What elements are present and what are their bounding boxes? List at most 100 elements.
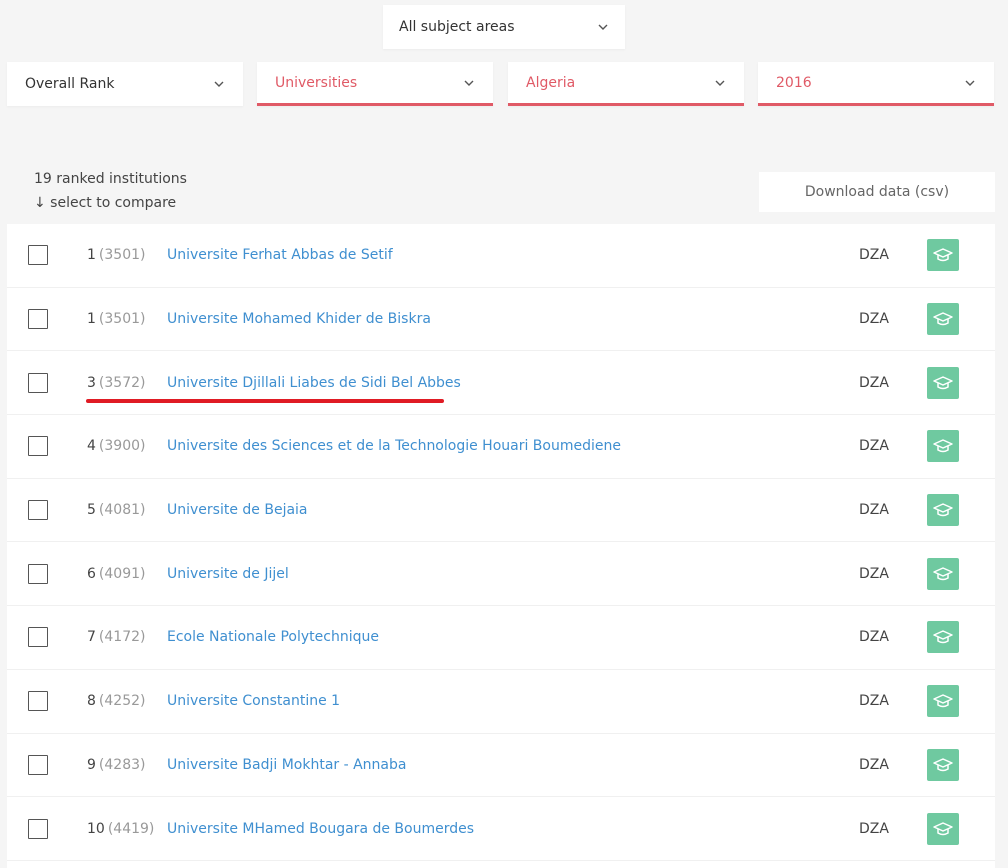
- table-row: 6 (4091) Universite de Jijel DZA: [7, 542, 995, 607]
- chevron-down-icon: [213, 78, 225, 90]
- institution-link[interactable]: Universite Ferhat Abbas de Setif: [167, 247, 393, 263]
- rank-number: 9: [87, 756, 96, 773]
- rank-score: (3501): [98, 247, 146, 264]
- rank-number: 8: [87, 693, 96, 710]
- chevron-down-icon: [597, 21, 609, 33]
- institution-link[interactable]: Universite MHamed Bougara de Boumerdes: [167, 821, 474, 837]
- subject-area-dropdown[interactable]: All subject areas: [383, 5, 625, 49]
- rank-number: 3: [87, 374, 96, 391]
- graduation-cap-icon: [933, 566, 953, 582]
- institution-link[interactable]: Universite Constantine 1: [167, 693, 340, 709]
- institution-link[interactable]: Universite de Bejaia: [167, 502, 308, 518]
- rank-score: (4081): [98, 502, 146, 519]
- results-summary: 19 ranked institutions ↓ select to compa…: [34, 167, 187, 215]
- compare-checkbox[interactable]: [28, 818, 48, 839]
- rank-score: (3572): [98, 374, 146, 391]
- profile-button[interactable]: [927, 494, 959, 527]
- profile-button[interactable]: [927, 557, 959, 590]
- rank-number: 6: [87, 565, 96, 582]
- country-code: DZA: [859, 565, 889, 582]
- compare-checkbox[interactable]: [28, 627, 48, 648]
- compare-checkbox[interactable]: [28, 309, 48, 330]
- profile-button[interactable]: [927, 685, 959, 718]
- country-code: DZA: [859, 756, 889, 773]
- rank-number: 1: [87, 247, 96, 264]
- rank-cell: 1 (3501): [87, 247, 145, 263]
- chevron-down-icon: [714, 77, 726, 89]
- rank-score: (3501): [98, 311, 146, 328]
- institution-type-label: Universities: [275, 74, 358, 91]
- compare-checkbox[interactable]: [28, 245, 48, 266]
- country-code: DZA: [859, 247, 889, 264]
- ranked-count-text: 19 ranked institutions: [34, 171, 187, 187]
- rank-score: (4172): [98, 629, 146, 646]
- profile-button[interactable]: [927, 748, 959, 781]
- rank-number: 5: [87, 502, 96, 519]
- rank-cell: 9 (4283): [87, 757, 145, 773]
- rank-cell: 10 (4419): [87, 821, 154, 837]
- red-underline-annotation: [86, 399, 444, 403]
- table-row: 3 (3572) Universite Djillali Liabes de Sid…: [7, 351, 995, 416]
- year-label: 2016: [776, 74, 812, 91]
- rank-number: 4: [87, 438, 96, 455]
- country-dropdown[interactable]: Algeria: [508, 62, 744, 106]
- institution-link[interactable]: Universite Mohamed Khider de Biskra: [167, 311, 431, 327]
- rank-score: (4091): [98, 565, 146, 582]
- graduation-cap-icon: [933, 438, 953, 454]
- country-code: DZA: [859, 502, 889, 519]
- rank-cell: 6 (4091): [87, 566, 145, 582]
- rank-type-label: Overall Rank: [25, 76, 115, 92]
- institution-link[interactable]: Universite Badji Mokhtar - Annaba: [167, 757, 406, 773]
- profile-button[interactable]: [927, 366, 959, 399]
- table-row: 4 (3900) Universite des Sciences et de la …: [7, 415, 995, 479]
- rank-cell: 5 (4081): [87, 502, 145, 518]
- select-to-compare-text: ↓ select to compare: [34, 195, 177, 211]
- compare-checkbox[interactable]: [28, 754, 48, 775]
- rank-cell: 3 (3572): [87, 375, 145, 391]
- country-label: Algeria: [526, 74, 576, 91]
- chevron-down-icon: [463, 77, 475, 89]
- year-dropdown[interactable]: 2016: [758, 62, 994, 106]
- rank-score: (4283): [98, 756, 146, 773]
- profile-button[interactable]: [927, 303, 959, 336]
- graduation-cap-icon: [933, 757, 953, 773]
- compare-checkbox[interactable]: [28, 436, 48, 457]
- rank-type-dropdown[interactable]: Overall Rank: [7, 62, 243, 106]
- table-row: 10 (4419) Universite MHamed Bougara de Bou…: [7, 797, 995, 861]
- country-code: DZA: [859, 820, 889, 837]
- download-csv-button[interactable]: Download data (csv): [759, 172, 995, 212]
- country-code: DZA: [859, 311, 889, 328]
- institution-link[interactable]: Universite Djillali Liabes de Sidi Bel A…: [167, 375, 461, 391]
- results-table: 1 (3501) Universite Ferhat Abbas de Setif D…: [7, 224, 995, 868]
- institution-type-dropdown[interactable]: Universities: [257, 62, 493, 106]
- graduation-cap-icon: [933, 693, 953, 709]
- rank-cell: 4 (3900): [87, 438, 145, 454]
- institution-link[interactable]: Ecole Nationale Polytechnique: [167, 629, 379, 645]
- table-row: 7 (4172) Ecole Nationale Polytechnique DZA: [7, 606, 995, 670]
- profile-button[interactable]: [927, 812, 959, 845]
- rank-cell: 7 (4172): [87, 629, 145, 645]
- profile-button[interactable]: [927, 621, 959, 654]
- rank-score: (4419): [107, 820, 155, 837]
- graduation-cap-icon: [933, 375, 953, 391]
- compare-checkbox[interactable]: [28, 563, 48, 584]
- rank-score: (3900): [98, 438, 146, 455]
- institution-link[interactable]: Universite des Sciences et de la Technol…: [167, 438, 621, 454]
- graduation-cap-icon: [933, 629, 953, 645]
- country-code: DZA: [859, 693, 889, 710]
- compare-checkbox[interactable]: [28, 500, 48, 521]
- rank-cell: 8 (4252): [87, 693, 145, 709]
- chevron-down-icon: [964, 77, 976, 89]
- institution-link[interactable]: Universite de Jijel: [167, 566, 289, 582]
- compare-checkbox[interactable]: [28, 372, 48, 393]
- compare-checkbox[interactable]: [28, 691, 48, 712]
- table-row: 8 (4252) Universite Constantine 1 DZA: [7, 670, 995, 734]
- graduation-cap-icon: [933, 502, 953, 518]
- profile-button[interactable]: [927, 430, 959, 463]
- profile-button[interactable]: [927, 239, 959, 272]
- graduation-cap-icon: [933, 247, 953, 263]
- graduation-cap-icon: [933, 311, 953, 327]
- rank-score: (4252): [98, 693, 146, 710]
- table-row: 5 (4081) Universite de Bejaia DZA: [7, 479, 995, 543]
- rank-number: 7: [87, 629, 96, 646]
